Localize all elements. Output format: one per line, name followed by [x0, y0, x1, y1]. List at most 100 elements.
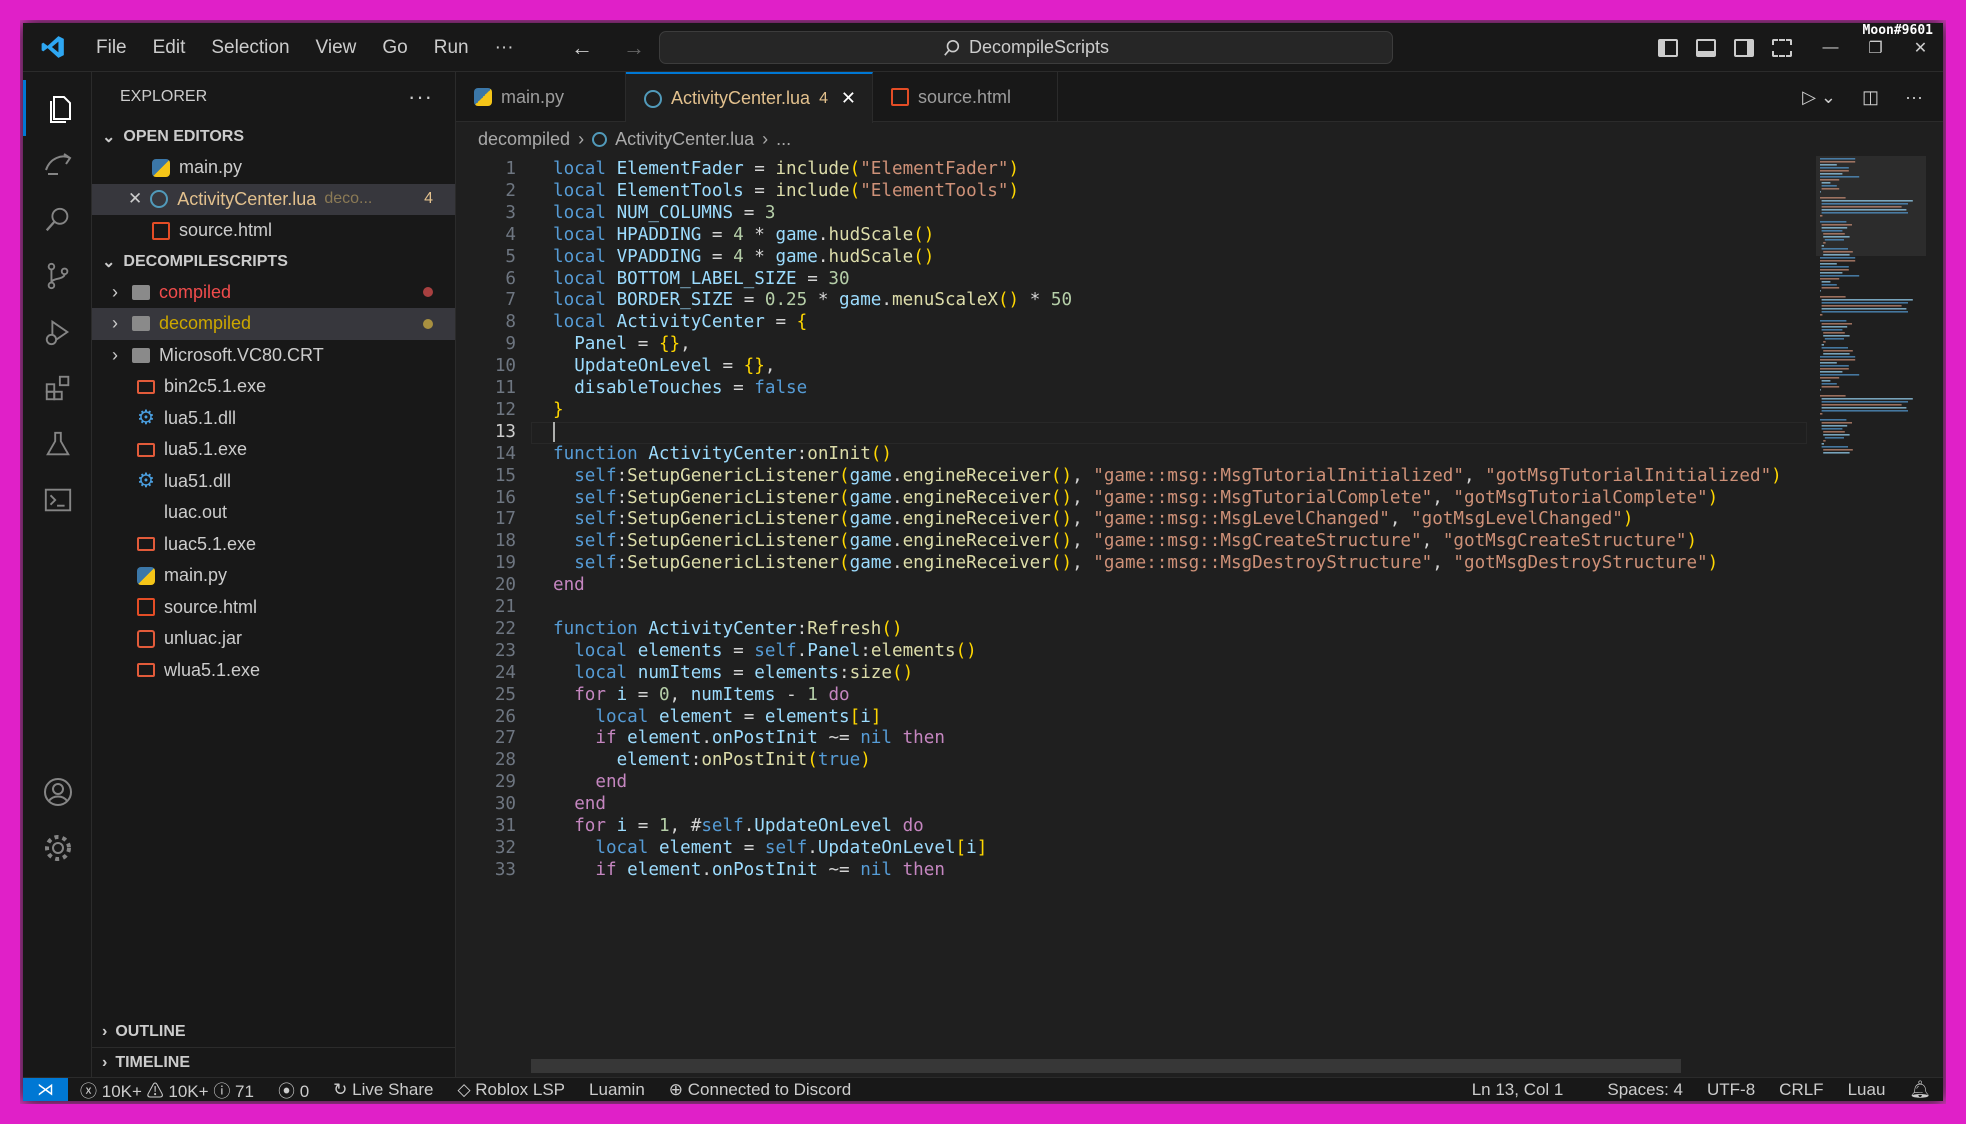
- toggle-secondary-sidebar-icon[interactable]: [1734, 38, 1754, 57]
- horizontal-scrollbar[interactable]: [531, 1059, 1681, 1073]
- file-item[interactable]: source.html: [92, 592, 455, 624]
- settings-gear-icon[interactable]: [23, 820, 92, 876]
- forward-arrow-icon[interactable]: →: [623, 35, 645, 61]
- discord-status[interactable]: ⊕ Connected to Discord: [657, 1080, 863, 1100]
- code-line[interactable]: local ElementFader = include("ElementFad…: [553, 159, 1019, 179]
- back-arrow-icon[interactable]: ←: [571, 35, 593, 61]
- source-control-icon[interactable]: [23, 248, 92, 304]
- menu-go[interactable]: Go: [369, 23, 420, 72]
- file-item[interactable]: lua5.1.exe: [92, 434, 455, 466]
- file-item[interactable]: bin2c5.1.exe: [92, 371, 455, 403]
- terminal-icon[interactable]: [23, 472, 92, 528]
- code-line[interactable]: local BORDER_SIZE = 0.25 * game.menuScal…: [553, 290, 1072, 310]
- more-actions-icon[interactable]: ···: [1905, 87, 1923, 108]
- code-line[interactable]: local VPADDING = 4 * game.hudScale(): [553, 247, 934, 267]
- encoding[interactable]: UTF-8: [1695, 1080, 1767, 1100]
- timeline-header[interactable]: › TIMELINE: [92, 1047, 456, 1077]
- minimize-icon[interactable]: —: [1808, 39, 1853, 57]
- folder-item[interactable]: › Microsoft.VC80.CRT: [92, 340, 455, 372]
- extensions-icon[interactable]: [23, 360, 92, 416]
- close-window-icon[interactable]: ✕: [1898, 38, 1943, 58]
- code-line[interactable]: UpdateOnLevel = {},: [553, 356, 775, 376]
- code-line[interactable]: element:onPostInit(true): [553, 750, 871, 770]
- menu-edit[interactable]: Edit: [140, 23, 199, 72]
- split-editor-icon[interactable]: ◫: [1862, 87, 1879, 108]
- breadcrumb-folder[interactable]: decompiled: [478, 129, 570, 150]
- roblox-lsp-button[interactable]: ◇ Roblox LSP: [445, 1080, 577, 1100]
- account-icon[interactable]: [23, 764, 92, 820]
- code-line[interactable]: function ActivityCenter:onInit(): [553, 444, 892, 464]
- file-item[interactable]: luac5.1.exe: [92, 529, 455, 561]
- explorer-icon[interactable]: [23, 80, 92, 136]
- code-line[interactable]: Panel = {},: [553, 334, 691, 354]
- code-line[interactable]: end: [553, 772, 627, 792]
- toggle-primary-sidebar-icon[interactable]: [1658, 38, 1678, 57]
- command-center-search[interactable]: DecompileScripts: [659, 31, 1393, 64]
- problems-indicator[interactable]: ⓧ 10K+ ⚠ 10K+ ⓘ 71: [68, 1077, 266, 1101]
- code-line[interactable]: self:SetupGenericListener(game.engineRec…: [553, 466, 1782, 486]
- testing-flask-icon[interactable]: [23, 416, 92, 472]
- code-line[interactable]: local BOTTOM_LABEL_SIZE = 30: [553, 269, 850, 289]
- folder-item[interactable]: › compiled: [92, 277, 455, 309]
- open-editor-item[interactable]: source.html: [92, 215, 455, 247]
- breadcrumb-symbols[interactable]: ...: [776, 129, 791, 150]
- close-icon[interactable]: ✕: [841, 88, 856, 109]
- file-item[interactable]: main.py: [92, 560, 455, 592]
- open-editors-header[interactable]: ⌄ OPEN EDITORS: [92, 122, 455, 152]
- tab-activitycenter-lua[interactable]: ActivityCenter.lua 4 ✕: [626, 72, 873, 123]
- code-line[interactable]: local NUM_COLUMNS = 3: [553, 203, 775, 223]
- code-line[interactable]: local element = elements[i]: [553, 707, 881, 727]
- cursor-position[interactable]: Ln 13, Col 1: [1460, 1080, 1596, 1100]
- code-line[interactable]: if element.onPostInit ~= nil then: [553, 728, 945, 748]
- code-line[interactable]: self:SetupGenericListener(game.engineRec…: [553, 531, 1697, 551]
- luamin-button[interactable]: Luamin: [577, 1080, 657, 1100]
- code-line[interactable]: local elements = self.Panel:elements(): [553, 641, 977, 661]
- code-line[interactable]: disableTouches = false: [553, 378, 807, 398]
- code-line[interactable]: local HPADDING = 4 * game.hudScale(): [553, 225, 934, 245]
- minimap[interactable]: [1816, 156, 1926, 1056]
- code-line[interactable]: function ActivityCenter:Refresh(): [553, 619, 903, 639]
- search-icon[interactable]: [23, 192, 92, 248]
- more-actions-icon[interactable]: ···: [408, 84, 433, 110]
- menu-run[interactable]: Run: [421, 23, 482, 72]
- folder-item[interactable]: › decompiled: [92, 308, 455, 340]
- code-line[interactable]: for i = 0, numItems - 1 do: [553, 685, 849, 705]
- outline-header[interactable]: › OUTLINE: [92, 1017, 186, 1047]
- code-line[interactable]: if element.onPostInit ~= nil then: [553, 860, 945, 880]
- code-line[interactable]: self:SetupGenericListener(game.engineRec…: [553, 509, 1633, 529]
- run-icon[interactable]: ▷ ⌄: [1802, 87, 1836, 108]
- customize-layout-icon[interactable]: [1772, 38, 1792, 57]
- run-debug-icon[interactable]: [23, 304, 92, 360]
- file-item[interactable]: luac.out: [92, 497, 455, 529]
- project-header[interactable]: ⌄ DECOMPILESCRIPTS: [92, 247, 455, 277]
- code-line[interactable]: self:SetupGenericListener(game.engineRec…: [553, 553, 1718, 573]
- menu-more[interactable]: ···: [482, 23, 527, 72]
- breadcrumb-file[interactable]: ActivityCenter.lua: [615, 129, 754, 150]
- code-line[interactable]: local numItems = elements:size(): [553, 663, 913, 683]
- language-mode[interactable]: Luau: [1836, 1080, 1898, 1100]
- vertical-scrollbar[interactable]: [1928, 156, 1943, 1059]
- open-editor-item[interactable]: ✕ ActivityCenter.lua deco... 4: [92, 183, 455, 215]
- code-line[interactable]: }: [553, 400, 564, 420]
- code-line[interactable]: for i = 1, #self.UpdateOnLevel do: [553, 816, 924, 836]
- code-line[interactable]: local ActivityCenter = {: [553, 312, 807, 332]
- file-item[interactable]: wlua5.1.exe: [92, 655, 455, 687]
- ports-indicator[interactable]: ⦿ 0: [266, 1077, 321, 1101]
- code-editor[interactable]: 1 local ElementFader = include("ElementFa…: [456, 156, 1807, 1059]
- tab-main-py[interactable]: main.py: [456, 72, 626, 122]
- notifications-bell-icon[interactable]: 🔔︎: [1897, 1080, 1943, 1100]
- menu-selection[interactable]: Selection: [198, 23, 302, 72]
- line-ending[interactable]: CRLF: [1767, 1080, 1835, 1100]
- menu-file[interactable]: File: [83, 23, 140, 72]
- file-item[interactable]: ⚙ lua5.1.dll: [92, 403, 455, 435]
- remote-indicator-icon[interactable]: ⋊: [23, 1077, 68, 1101]
- code-line[interactable]: self:SetupGenericListener(game.engineRec…: [553, 488, 1718, 508]
- tab-source-html[interactable]: source.html: [873, 72, 1058, 122]
- toggle-panel-icon[interactable]: [1696, 38, 1716, 57]
- file-item[interactable]: ⚙ lua51.dll: [92, 466, 455, 498]
- code-line[interactable]: local element = self.UpdateOnLevel[i]: [553, 838, 987, 858]
- code-line[interactable]: local ElementTools = include("ElementToo…: [553, 181, 1019, 201]
- restore-icon[interactable]: ❐: [1853, 38, 1898, 58]
- code-line[interactable]: end: [553, 794, 606, 814]
- close-icon[interactable]: ✕: [128, 189, 142, 209]
